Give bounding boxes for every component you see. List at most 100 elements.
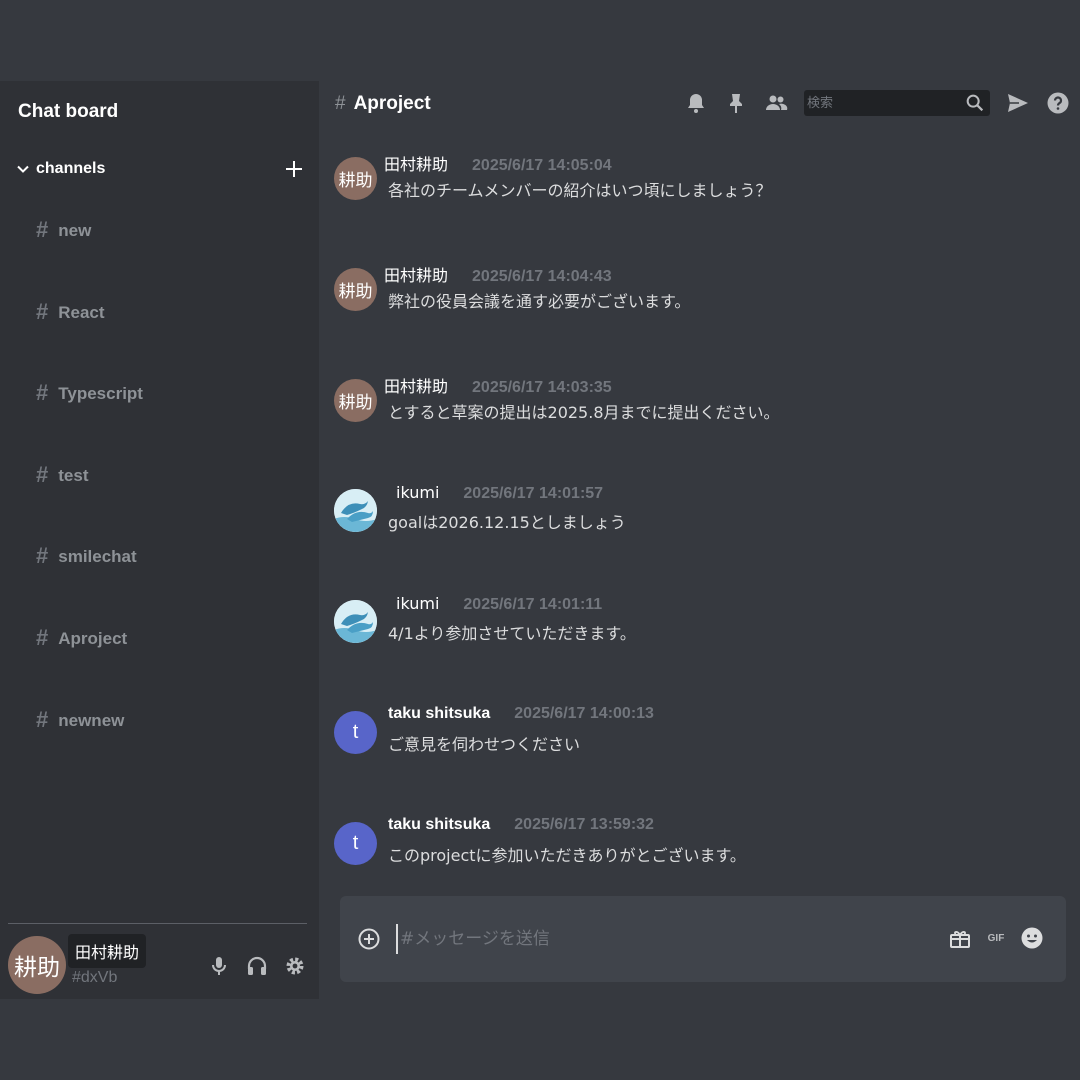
- author-avatar[interactable]: 耕助: [334, 157, 377, 200]
- channel-name-title: Aproject: [353, 93, 431, 114]
- app-window: Chat board channels # new # React # Type…: [0, 81, 1080, 999]
- message-composer: GIF: [340, 896, 1066, 982]
- sidebar-item-test[interactable]: # test: [36, 461, 143, 548]
- user-name: 田村耕助: [68, 934, 147, 968]
- hash-icon: #: [36, 217, 49, 242]
- message-text: 各社のチームメンバーの紹介はいつ頃にしましょう？: [388, 181, 772, 200]
- message-author[interactable]: taku shitsuka: [388, 705, 490, 723]
- sidebar-item-new[interactable]: # new: [36, 217, 143, 303]
- hash-icon: #: [335, 93, 346, 114]
- chat-main: # Aproject 検索 耕助 田村耕助 2025/6/17 14:05:04…: [319, 81, 1080, 999]
- message-author[interactable]: 田村耕助: [384, 151, 448, 175]
- sidebar-item-aproject[interactable]: # Aproject: [36, 624, 143, 711]
- search-icon[interactable]: [964, 92, 986, 114]
- message-timestamp: 2025/6/17 14:01:57: [463, 485, 604, 503]
- settings-gear-icon[interactable]: [283, 954, 307, 978]
- author-avatar[interactable]: 耕助: [334, 267, 377, 311]
- gift-icon[interactable]: [948, 926, 972, 950]
- message-timestamp: 2025/6/17 14:05:04: [472, 157, 612, 174]
- message-header: ikumi 2025/6/17 14:01:11: [384, 594, 602, 614]
- bell-icon[interactable]: [684, 91, 708, 115]
- channel-name: test: [58, 465, 89, 485]
- sidebar-item-typescript[interactable]: # Typescript: [36, 380, 143, 466]
- message-author[interactable]: 田村耕助: [384, 373, 448, 397]
- hash-icon: #: [36, 624, 49, 650]
- message-item[interactable]: ikumi 2025/6/17 14:01:11 4/1より参加させていただきま…: [333, 594, 1073, 705]
- hash-icon: #: [36, 380, 49, 406]
- hash-icon: #: [36, 706, 49, 732]
- message-timestamp: 2025/6/17 14:01:11: [463, 596, 603, 614]
- message-item[interactable]: ikumi 2025/6/17 14:01:57 goalは2026.12.15…: [333, 483, 1073, 594]
- message-timestamp: 2025/6/17 14:00:13: [514, 704, 654, 722]
- chevron-down-icon[interactable]: [16, 162, 30, 176]
- channel-header: # Aproject: [319, 81, 1080, 127]
- message-item[interactable]: 耕助 田村耕助 2025/6/17 14:03:35 とすると草案の提出は202…: [333, 373, 1073, 484]
- emoji-icon[interactable]: [1020, 926, 1044, 950]
- channel-name: Typescript: [58, 384, 143, 404]
- message-timestamp: 2025/6/17 14:04:43: [472, 267, 612, 285]
- message-author[interactable]: 田村耕助: [384, 262, 448, 286]
- message-list: 耕助 田村耕助 2025/6/17 14:05:04 各社のチームメンバーの紹介…: [333, 151, 1073, 927]
- message-author[interactable]: taku shitsuka: [388, 816, 490, 834]
- channels-toggle[interactable]: channels: [16, 160, 105, 178]
- add-circle-icon[interactable]: [357, 927, 381, 951]
- sidebar: Chat board channels # new # React # Type…: [0, 81, 319, 999]
- message-author[interactable]: ikumi: [396, 594, 439, 613]
- dolphin-avatar-icon[interactable]: [334, 489, 377, 533]
- mic-icon[interactable]: [207, 954, 231, 978]
- channel-name: smilechat: [58, 547, 137, 567]
- sidebar-item-react[interactable]: # React: [36, 298, 143, 385]
- hash-icon: #: [36, 543, 49, 569]
- dolphin-avatar-icon[interactable]: [334, 600, 377, 644]
- message-header: taku shitsuka 2025/6/17 14:00:13: [384, 705, 654, 723]
- message-header: 田村耕助 2025/6/17 14:03:35: [384, 373, 612, 397]
- message-header: 田村耕助 2025/6/17 14:04:43: [384, 262, 612, 286]
- sidebar-item-newnew[interactable]: # newnew: [36, 706, 143, 793]
- message-header: taku shitsuka 2025/6/17 13:59:32: [384, 816, 654, 834]
- composer-toolbar: GIF: [948, 926, 1044, 950]
- channel-name: newnew: [58, 710, 125, 730]
- message-item[interactable]: 耕助 田村耕助 2025/6/17 14:04:43 弊社の役員会議を通す必要が…: [333, 262, 1073, 373]
- channels-header: channels: [16, 159, 304, 179]
- header-toolbar: [684, 90, 1070, 116]
- author-avatar[interactable]: t: [334, 821, 377, 865]
- message-header: 田村耕助 2025/6/17 14:05:04: [384, 151, 612, 175]
- author-avatar[interactable]: 耕助: [334, 378, 377, 422]
- message-input[interactable]: [396, 924, 916, 954]
- server-title: Chat board: [18, 101, 119, 122]
- message-timestamp: 2025/6/17 14:03:35: [472, 378, 612, 396]
- channel-name: new: [58, 221, 92, 240]
- search-input[interactable]: [804, 90, 954, 116]
- message-text: とすると草案の提出は2025.8月までに提出ください。: [388, 402, 780, 422]
- message-header: ikumi 2025/6/17 14:01:57: [384, 483, 603, 503]
- user-controls: [207, 954, 307, 978]
- user-tag: #dxVb: [72, 969, 118, 986]
- add-channel-icon[interactable]: [284, 159, 304, 179]
- send-icon[interactable]: [1006, 91, 1030, 115]
- pin-icon[interactable]: [724, 91, 748, 115]
- message-text: このprojectに参加いただきありがとございます。: [388, 845, 746, 865]
- headphones-icon[interactable]: [245, 954, 269, 978]
- channel-title: # Aproject: [335, 93, 431, 115]
- user-avatar[interactable]: 耕助: [8, 936, 66, 994]
- help-icon[interactable]: [1046, 91, 1070, 115]
- gif-icon[interactable]: GIF: [984, 933, 1008, 944]
- user-panel: 耕助 田村耕助 #dxVb: [8, 923, 307, 999]
- search-box: [804, 90, 990, 116]
- channel-name: React: [58, 302, 105, 322]
- message-text: goalは2026.12.15としましょう: [388, 513, 626, 533]
- hash-icon: #: [36, 298, 49, 324]
- message-author[interactable]: ikumi: [396, 483, 439, 502]
- channels-label: channels: [36, 160, 106, 177]
- hash-icon: #: [36, 461, 49, 487]
- members-icon[interactable]: [764, 91, 788, 115]
- message-item[interactable]: 耕助 田村耕助 2025/6/17 14:05:04 各社のチームメンバーの紹介…: [333, 151, 1073, 262]
- sidebar-item-smilechat[interactable]: # smilechat: [36, 543, 143, 629]
- channel-name: Aproject: [58, 628, 128, 648]
- message-text: 4/1より参加させていただきます。: [388, 624, 636, 644]
- author-avatar[interactable]: t: [334, 710, 377, 754]
- message-text: 弊社の役員会議を通す必要がございます。: [388, 291, 691, 311]
- channel-list: # new # React # Typescript # test # smil…: [36, 217, 143, 793]
- message-timestamp: 2025/6/17 13:59:32: [514, 815, 654, 833]
- message-item[interactable]: t taku shitsuka 2025/6/17 14:00:13 ご意見を伺…: [333, 705, 1073, 816]
